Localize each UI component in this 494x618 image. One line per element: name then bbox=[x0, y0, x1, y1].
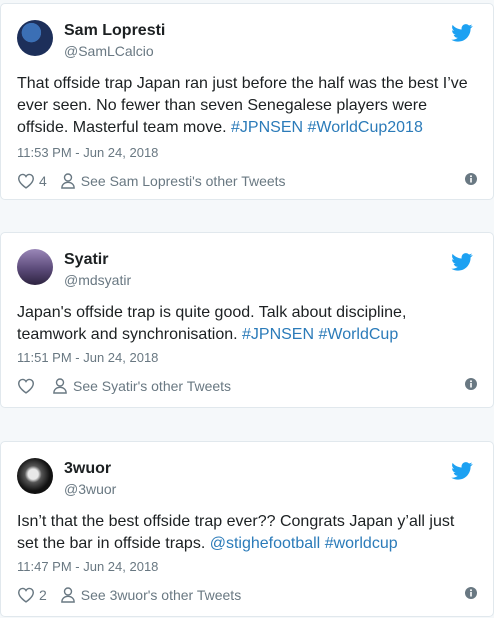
timestamp[interactable]: 11:53 PM - Jun 24, 2018 bbox=[17, 145, 158, 160]
timestamp[interactable]: 11:51 PM - Jun 24, 2018 bbox=[17, 350, 158, 365]
timestamp[interactable]: 11:47 PM - Jun 24, 2018 bbox=[17, 559, 158, 574]
author-name[interactable]: Sam Lopresti bbox=[64, 22, 165, 40]
tweet-card: Sam Lopresti @SamLCalcio That offside tr… bbox=[0, 3, 494, 200]
info-icon[interactable] bbox=[465, 173, 477, 185]
like-button[interactable] bbox=[17, 378, 49, 394]
author-handle[interactable]: @SamLCalcio bbox=[64, 43, 154, 59]
other-tweets-link[interactable]: See Syatir's other Tweets bbox=[49, 378, 231, 394]
author-name[interactable]: 3wuor bbox=[64, 460, 111, 478]
twitter-bird-icon[interactable] bbox=[451, 253, 473, 271]
other-tweets-label: See 3wuor's other Tweets bbox=[80, 587, 242, 603]
tweet-card: Syatir @mdsyatir Japan's offside trap is… bbox=[0, 232, 494, 408]
hashtag-link[interactable]: #WorldCup2018 bbox=[308, 119, 423, 136]
info-icon[interactable] bbox=[465, 587, 477, 599]
like-count: 2 bbox=[39, 587, 47, 603]
hashtag-link[interactable]: #worldcup bbox=[325, 535, 398, 552]
person-icon bbox=[60, 173, 75, 189]
action-bar: 4 See Sam Lopresti's other Tweets bbox=[17, 171, 477, 191]
person-icon bbox=[60, 587, 75, 603]
tweet-text: Japan's offside trap is quite good. Talk… bbox=[17, 302, 477, 346]
mention-link[interactable]: @stighefootball bbox=[210, 535, 321, 552]
like-button[interactable]: 2 bbox=[17, 587, 57, 603]
info-icon[interactable] bbox=[465, 378, 477, 390]
other-tweets-link[interactable]: See 3wuor's other Tweets bbox=[57, 587, 241, 603]
person-icon bbox=[53, 378, 67, 394]
avatar[interactable] bbox=[17, 458, 53, 494]
avatar[interactable] bbox=[17, 249, 53, 285]
tweet-text: That offside trap Japan ran just before … bbox=[17, 73, 477, 139]
heart-icon bbox=[17, 587, 35, 603]
like-count: 4 bbox=[39, 173, 47, 189]
hashtag-link[interactable]: #JPNSEN bbox=[231, 119, 303, 136]
heart-icon bbox=[17, 173, 35, 189]
author-name[interactable]: Syatir bbox=[64, 251, 108, 269]
twitter-bird-icon[interactable] bbox=[451, 24, 473, 42]
like-button[interactable]: 4 bbox=[17, 173, 57, 189]
hashtag-link[interactable]: #WorldCup bbox=[318, 326, 398, 343]
twitter-bird-icon[interactable] bbox=[451, 462, 473, 480]
other-tweets-link[interactable]: See Sam Lopresti's other Tweets bbox=[57, 173, 286, 189]
tweet-card: 3wuor @3wuor Isn’t that the best offside… bbox=[0, 441, 494, 617]
other-tweets-label: See Sam Lopresti's other Tweets bbox=[80, 173, 286, 189]
hashtag-link[interactable]: #JPNSEN bbox=[242, 326, 314, 343]
tweet-text: Isn’t that the best offside trap ever?? … bbox=[17, 511, 477, 555]
action-bar: See Syatir's other Tweets bbox=[17, 376, 477, 396]
other-tweets-label: See Syatir's other Tweets bbox=[73, 378, 232, 394]
action-bar: 2 See 3wuor's other Tweets bbox=[17, 585, 477, 605]
heart-icon bbox=[17, 378, 35, 394]
avatar[interactable] bbox=[17, 20, 53, 56]
author-handle[interactable]: @3wuor bbox=[64, 481, 116, 497]
author-handle[interactable]: @mdsyatir bbox=[64, 272, 131, 288]
